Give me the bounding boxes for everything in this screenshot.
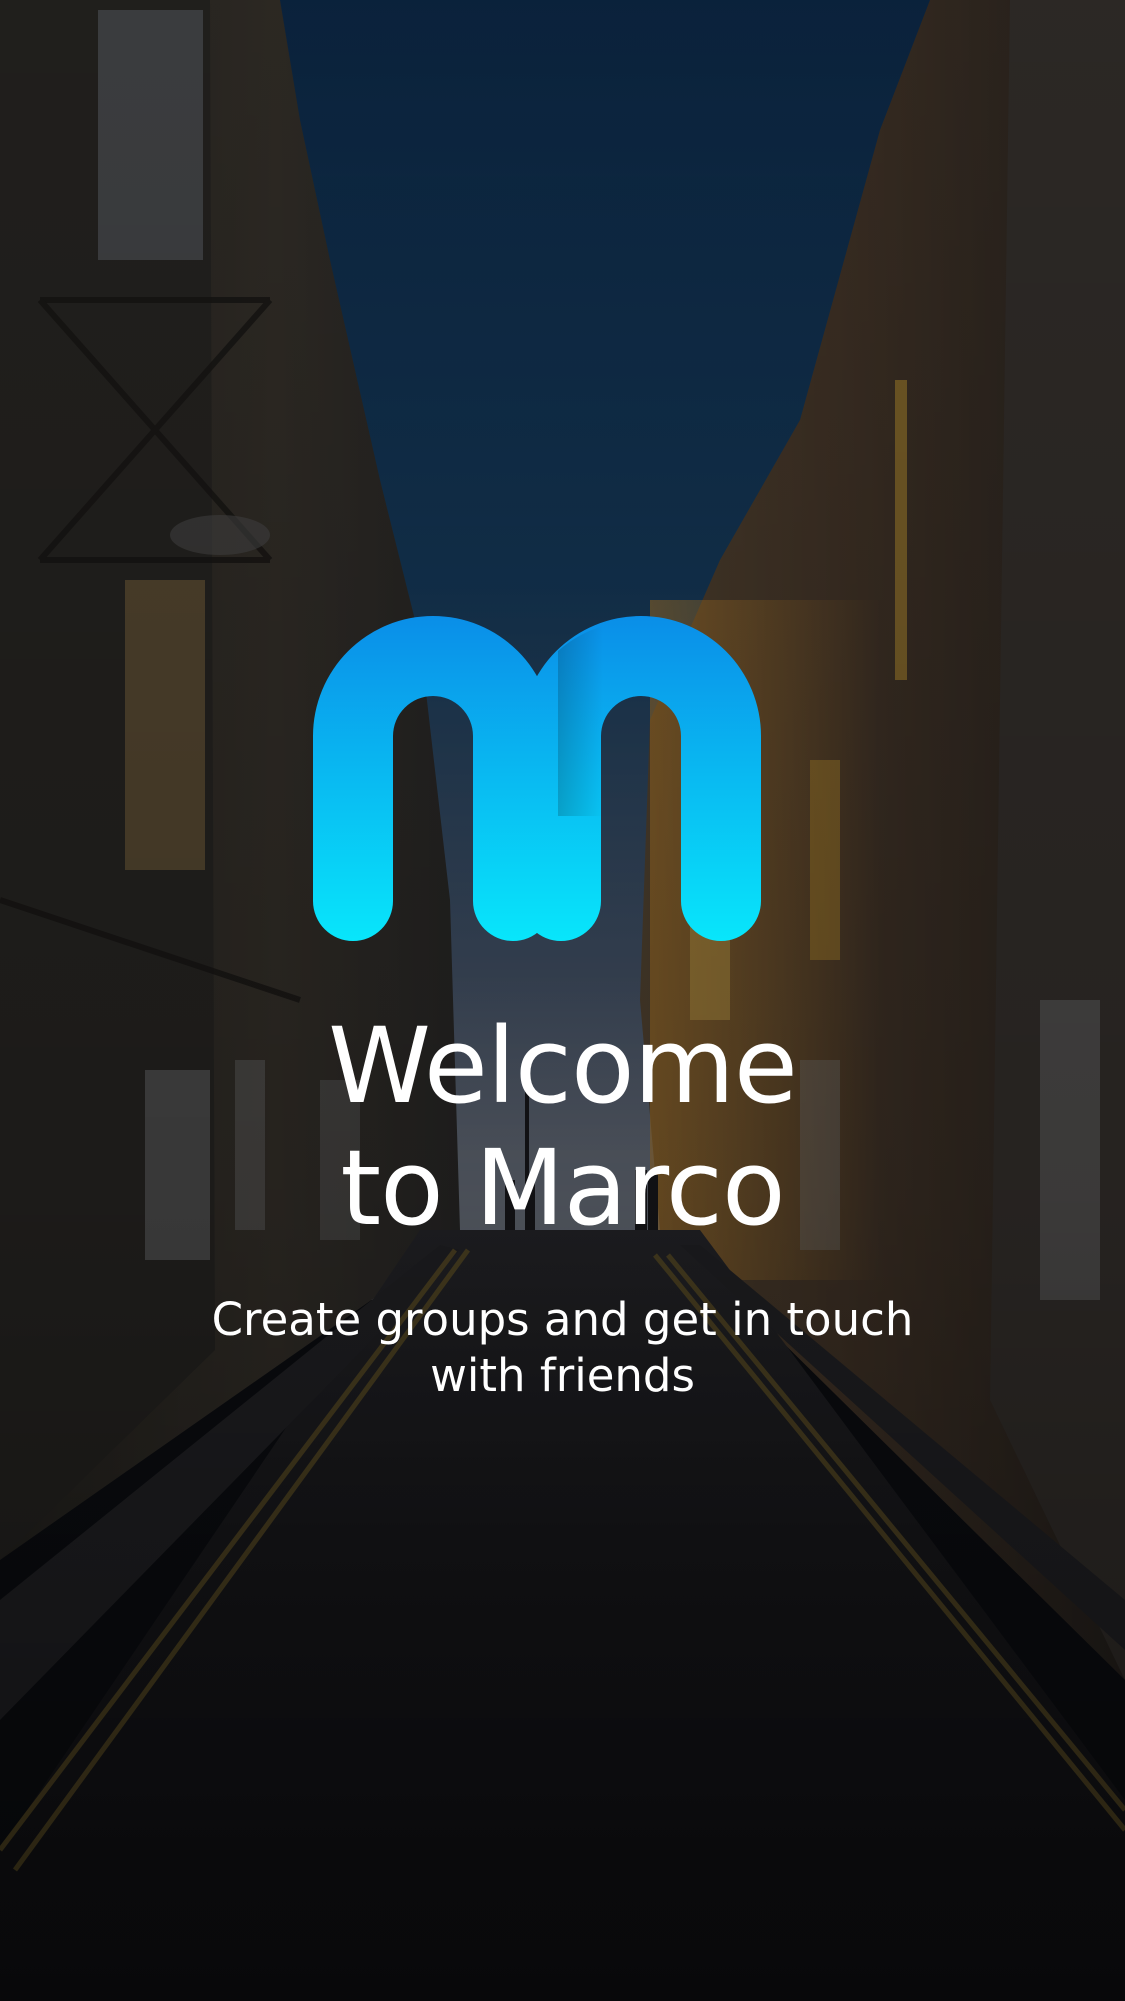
welcome-subtitle: Create groups and get in touch with frie… xyxy=(0,1292,1125,1404)
welcome-title-line-1: Welcome xyxy=(328,1005,798,1127)
welcome-title-line-2: to Marco xyxy=(340,1127,785,1249)
welcome-title: Welcome to Marco xyxy=(0,1005,1125,1249)
welcome-content: Welcome to Marco Create groups and get i… xyxy=(0,0,1125,2001)
marco-m-logo-icon xyxy=(313,616,761,941)
welcome-subtitle-line-2: with friends xyxy=(430,1349,695,1402)
welcome-subtitle-line-1: Create groups and get in touch xyxy=(211,1293,914,1346)
welcome-screen: Welcome to Marco Create groups and get i… xyxy=(0,0,1125,2001)
